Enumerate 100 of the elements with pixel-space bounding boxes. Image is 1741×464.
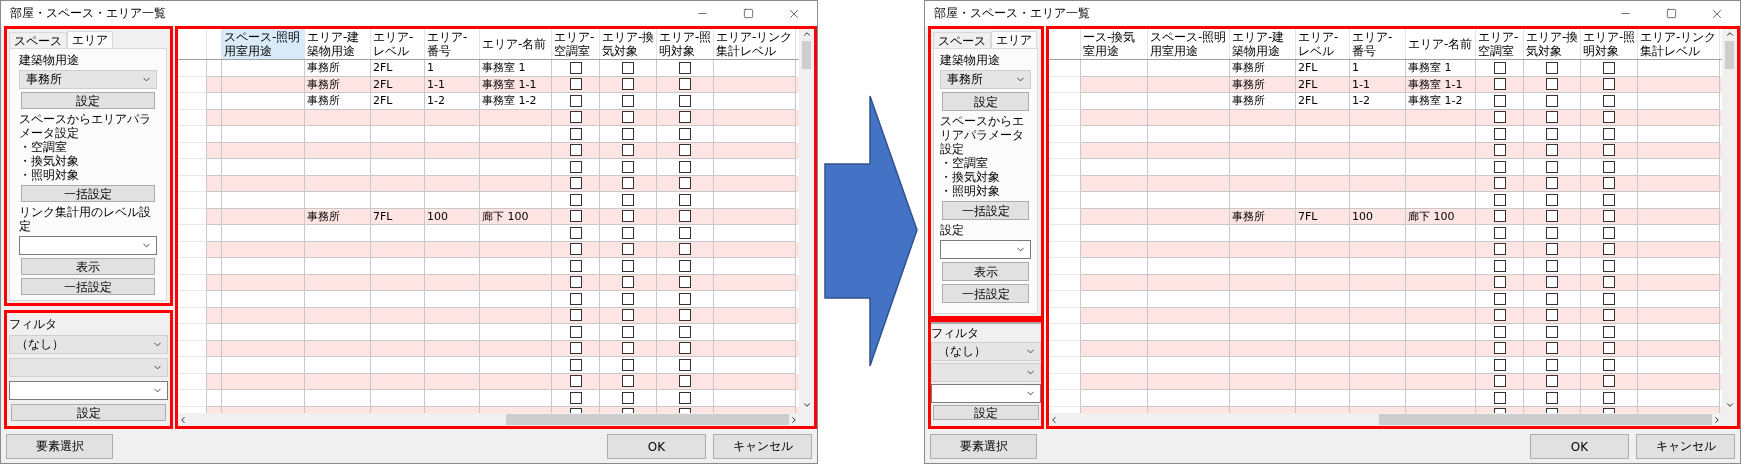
checkbox[interactable] — [1603, 61, 1615, 74]
checkbox[interactable] — [1546, 358, 1558, 371]
dialog-button[interactable]: OK — [607, 434, 706, 459]
checkbox[interactable] — [679, 309, 691, 322]
checkbox[interactable] — [1546, 259, 1558, 272]
column-header[interactable]: エリア- レベル — [371, 29, 425, 59]
checkbox[interactable] — [569, 375, 582, 388]
panel-button[interactable]: 表示 — [942, 262, 1029, 281]
checkbox[interactable] — [569, 342, 582, 355]
checkbox[interactable] — [1493, 111, 1506, 124]
checkbox[interactable] — [622, 111, 634, 124]
checkbox[interactable] — [679, 375, 691, 388]
panel-button[interactable]: 設定 — [11, 404, 166, 421]
checkbox[interactable] — [1493, 391, 1506, 404]
checkbox[interactable] — [622, 78, 634, 91]
dropdown[interactable]: （なし） — [931, 342, 1041, 361]
checkbox[interactable] — [569, 78, 582, 91]
checkbox[interactable] — [1493, 127, 1506, 140]
checkbox[interactable] — [1493, 375, 1506, 388]
checkbox[interactable] — [1546, 111, 1558, 124]
scroll-down-icon[interactable] — [801, 400, 812, 410]
column-header[interactable]: エリア- 番号 — [425, 29, 480, 59]
checkbox[interactable] — [622, 292, 634, 305]
checkbox[interactable] — [679, 342, 691, 355]
column-header[interactable]: エリア-換 気対象 — [600, 29, 657, 59]
dropdown[interactable] — [9, 381, 168, 400]
checkbox[interactable] — [569, 210, 582, 223]
column-header[interactable]: スペース-照明 用室用途 — [1148, 29, 1230, 59]
checkbox[interactable] — [679, 94, 691, 107]
dropdown[interactable]: （なし） — [9, 335, 168, 354]
checkbox[interactable] — [1603, 342, 1615, 355]
column-header[interactable]: ース-換気 室用途 — [1081, 29, 1148, 59]
column-header[interactable]: エリア- レベル — [1296, 29, 1350, 59]
tab[interactable]: スペース — [933, 32, 991, 48]
scroll-left-icon[interactable] — [178, 414, 188, 425]
scroll-up-icon[interactable] — [1724, 29, 1735, 39]
checkbox[interactable] — [1603, 358, 1615, 371]
checkbox[interactable] — [1603, 325, 1615, 338]
column-header[interactable]: エリア-照 明対象 — [1581, 29, 1638, 59]
column-header[interactable]: スペース-照明 用室用途 — [222, 29, 305, 59]
checkbox[interactable] — [622, 276, 634, 289]
dropdown[interactable]: 事務所 — [940, 70, 1031, 89]
checkbox[interactable] — [1493, 292, 1506, 305]
maximize-icon[interactable] — [1665, 8, 1677, 19]
checkbox[interactable] — [1493, 309, 1506, 322]
column-header[interactable]: エリア-リンク 集計レベル — [1638, 29, 1720, 59]
column-header[interactable]: エリア- 空調室 — [552, 29, 600, 59]
checkbox[interactable] — [1493, 193, 1506, 206]
checkbox[interactable] — [569, 325, 582, 338]
scroll-up-icon[interactable] — [801, 29, 812, 39]
checkbox[interactable] — [622, 226, 634, 239]
checkbox[interactable] — [622, 358, 634, 371]
panel-button[interactable]: 設定 — [942, 92, 1029, 111]
checkbox[interactable] — [1546, 243, 1558, 256]
checkbox[interactable] — [679, 78, 691, 91]
checkbox[interactable] — [1493, 358, 1506, 371]
maximize-icon[interactable] — [742, 8, 754, 19]
checkbox[interactable] — [569, 144, 582, 157]
checkbox[interactable] — [569, 259, 582, 272]
checkbox[interactable] — [1493, 160, 1506, 173]
checkbox[interactable] — [569, 61, 582, 74]
column-header[interactable]: エリア-建 築物用途 — [1230, 29, 1296, 59]
checkbox[interactable] — [1603, 160, 1615, 173]
tab[interactable]: エリア — [991, 31, 1037, 48]
checkbox[interactable] — [622, 210, 634, 223]
scroll-down-icon[interactable] — [1724, 400, 1735, 410]
checkbox[interactable] — [622, 391, 634, 404]
checkbox[interactable] — [1493, 177, 1506, 190]
column-header[interactable]: エリア-照 明対象 — [657, 29, 714, 59]
checkbox[interactable] — [1603, 276, 1615, 289]
checkbox[interactable] — [1546, 375, 1558, 388]
checkbox[interactable] — [1603, 391, 1615, 404]
scrollbar-thumb[interactable] — [1378, 414, 1713, 425]
checkbox[interactable] — [1493, 210, 1506, 223]
checkbox[interactable] — [1546, 160, 1558, 173]
checkbox[interactable] — [1603, 226, 1615, 239]
checkbox[interactable] — [1603, 309, 1615, 322]
checkbox[interactable] — [1546, 391, 1558, 404]
checkbox[interactable] — [622, 61, 634, 74]
checkbox[interactable] — [1493, 226, 1506, 239]
tab[interactable]: スペース — [9, 32, 67, 48]
panel-button[interactable]: 一括設定 — [21, 185, 155, 202]
checkbox[interactable] — [1546, 78, 1558, 91]
checkbox[interactable] — [622, 309, 634, 322]
checkbox[interactable] — [1546, 61, 1558, 74]
panel-button[interactable]: 一括設定 — [21, 278, 155, 295]
checkbox[interactable] — [1603, 144, 1615, 157]
checkbox[interactable] — [679, 160, 691, 173]
checkbox[interactable] — [1546, 210, 1558, 223]
checkbox[interactable] — [1546, 325, 1558, 338]
checkbox[interactable] — [569, 111, 582, 124]
dialog-button[interactable]: キャンセル — [713, 434, 812, 459]
dialog-button[interactable]: キャンセル — [1636, 434, 1735, 459]
checkbox[interactable] — [679, 325, 691, 338]
scrollbar-thumb[interactable] — [802, 41, 811, 69]
checkbox[interactable] — [1603, 259, 1615, 272]
checkbox[interactable] — [1603, 243, 1615, 256]
checkbox[interactable] — [1603, 127, 1615, 140]
checkbox[interactable] — [622, 259, 634, 272]
checkbox[interactable] — [1493, 259, 1506, 272]
